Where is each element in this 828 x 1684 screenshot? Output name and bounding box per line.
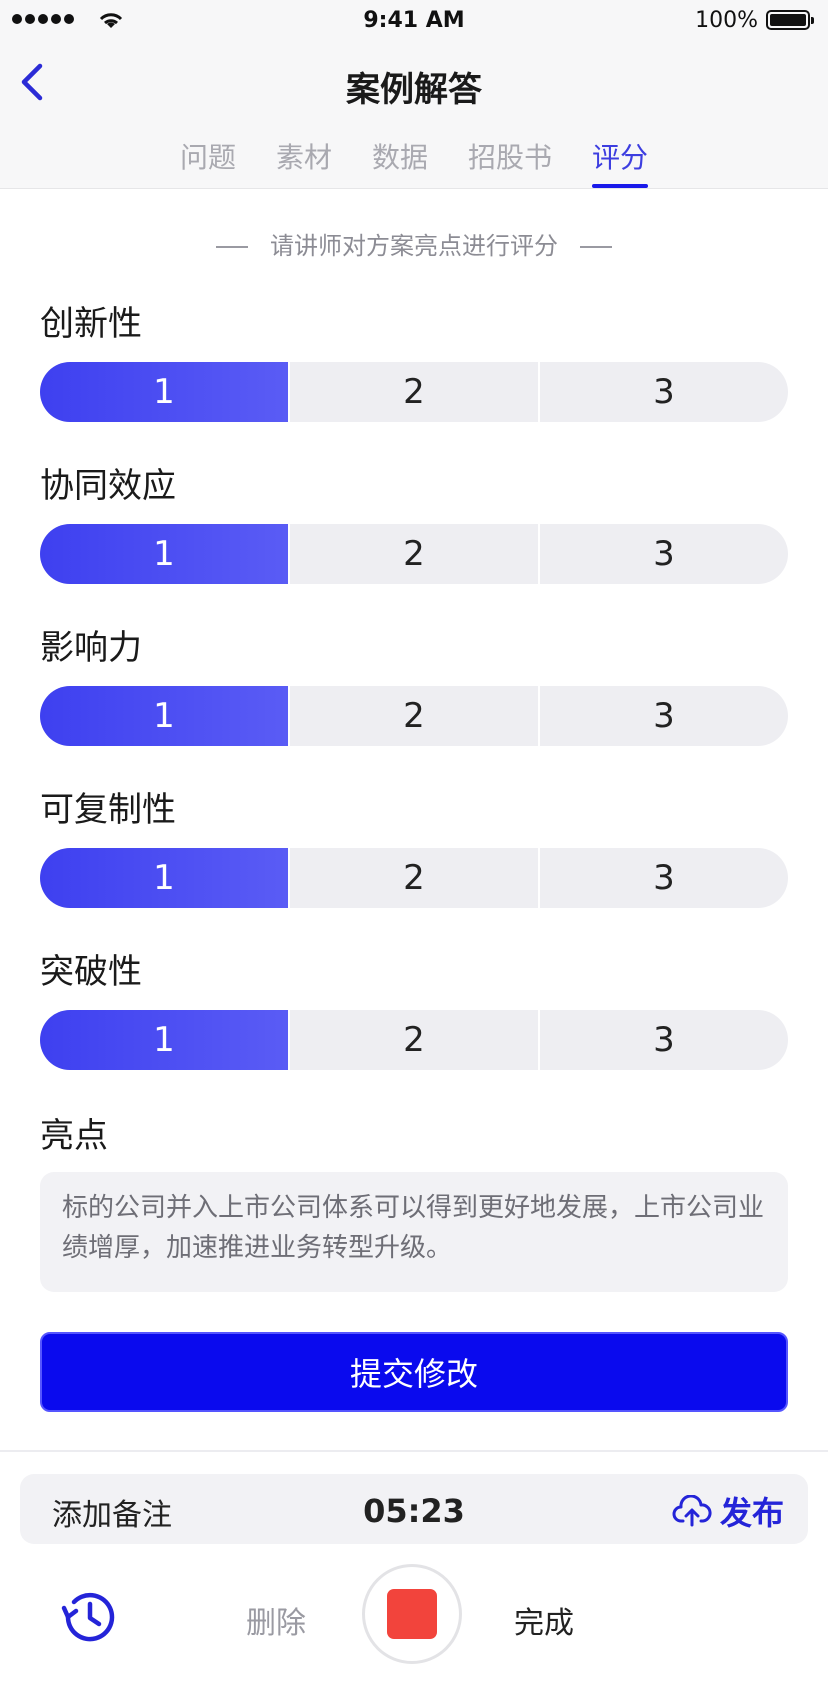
delete-button[interactable]: 删除 — [246, 1598, 306, 1642]
status-bar: 9:41 AM 100% — [0, 0, 828, 40]
score-selector: 1 2 3 — [40, 848, 788, 908]
criterion-label: 协同效应 — [40, 466, 176, 506]
score-selector: 1 2 3 — [40, 686, 788, 746]
battery-percent: 100% — [695, 8, 758, 33]
hint-dash-right — [580, 246, 612, 248]
score-option-2[interactable]: 2 — [290, 1010, 540, 1070]
score-option-1[interactable]: 1 — [40, 1010, 290, 1070]
cloud-upload-icon — [672, 1495, 712, 1527]
score-option-1[interactable]: 1 — [40, 362, 290, 422]
hint-dash-left — [216, 246, 248, 248]
hint-text: 请讲师对方案亮点进行评分 — [270, 232, 558, 260]
tab-data[interactable]: 数据 — [372, 136, 428, 184]
tab-prospectus[interactable]: 招股书 — [468, 136, 552, 184]
nav-bar: 案例解答 问题 素材 数据 招股书 评分 — [0, 40, 828, 189]
history-icon[interactable] — [58, 1586, 120, 1648]
criterion-label: 突破性 — [40, 952, 142, 992]
score-option-1[interactable]: 1 — [40, 848, 290, 908]
score-option-3[interactable]: 3 — [540, 362, 788, 422]
tab-bar: 问题 素材 数据 招股书 评分 — [0, 136, 828, 188]
tab-material[interactable]: 素材 — [276, 136, 332, 184]
tab-question[interactable]: 问题 — [180, 136, 236, 184]
score-selector: 1 2 3 — [40, 524, 788, 584]
score-option-3[interactable]: 3 — [540, 524, 788, 584]
tab-scoring[interactable]: 评分 — [592, 136, 649, 188]
recording-bar: 添加备注 05:23 发布 — [20, 1474, 808, 1544]
score-selector: 1 2 3 — [40, 1010, 788, 1070]
score-option-3[interactable]: 3 — [540, 686, 788, 746]
score-option-2[interactable]: 2 — [290, 686, 540, 746]
score-option-2[interactable]: 2 — [290, 362, 540, 422]
stop-icon — [387, 1589, 437, 1639]
highlight-textarea[interactable]: 标的公司并入上市公司体系可以得到更好地发展，上市公司业绩增厚，加速推进业务转型升… — [40, 1172, 788, 1292]
battery-icon — [766, 10, 814, 30]
score-option-3[interactable]: 3 — [540, 848, 788, 908]
score-selector: 1 2 3 — [40, 362, 788, 422]
score-option-1[interactable]: 1 — [40, 686, 290, 746]
criterion-label: 影响力 — [40, 628, 142, 668]
score-option-2[interactable]: 2 — [290, 524, 540, 584]
criterion-label: 创新性 — [40, 304, 142, 344]
highlight-label: 亮点 — [40, 1116, 108, 1156]
scoring-hint: 请讲师对方案亮点进行评分 — [0, 226, 828, 261]
score-option-1[interactable]: 1 — [40, 524, 290, 584]
publish-label: 发布 — [719, 1494, 784, 1532]
score-option-2[interactable]: 2 — [290, 848, 540, 908]
stop-record-button[interactable] — [362, 1564, 462, 1664]
done-button[interactable]: 完成 — [514, 1598, 574, 1642]
page-title: 案例解答 — [346, 70, 482, 110]
criterion-label: 可复制性 — [40, 790, 176, 830]
submit-button[interactable]: 提交修改 — [40, 1332, 788, 1412]
publish-button[interactable]: 发布 — [672, 1488, 784, 1534]
score-option-3[interactable]: 3 — [540, 1010, 788, 1070]
divider — [0, 1450, 828, 1452]
